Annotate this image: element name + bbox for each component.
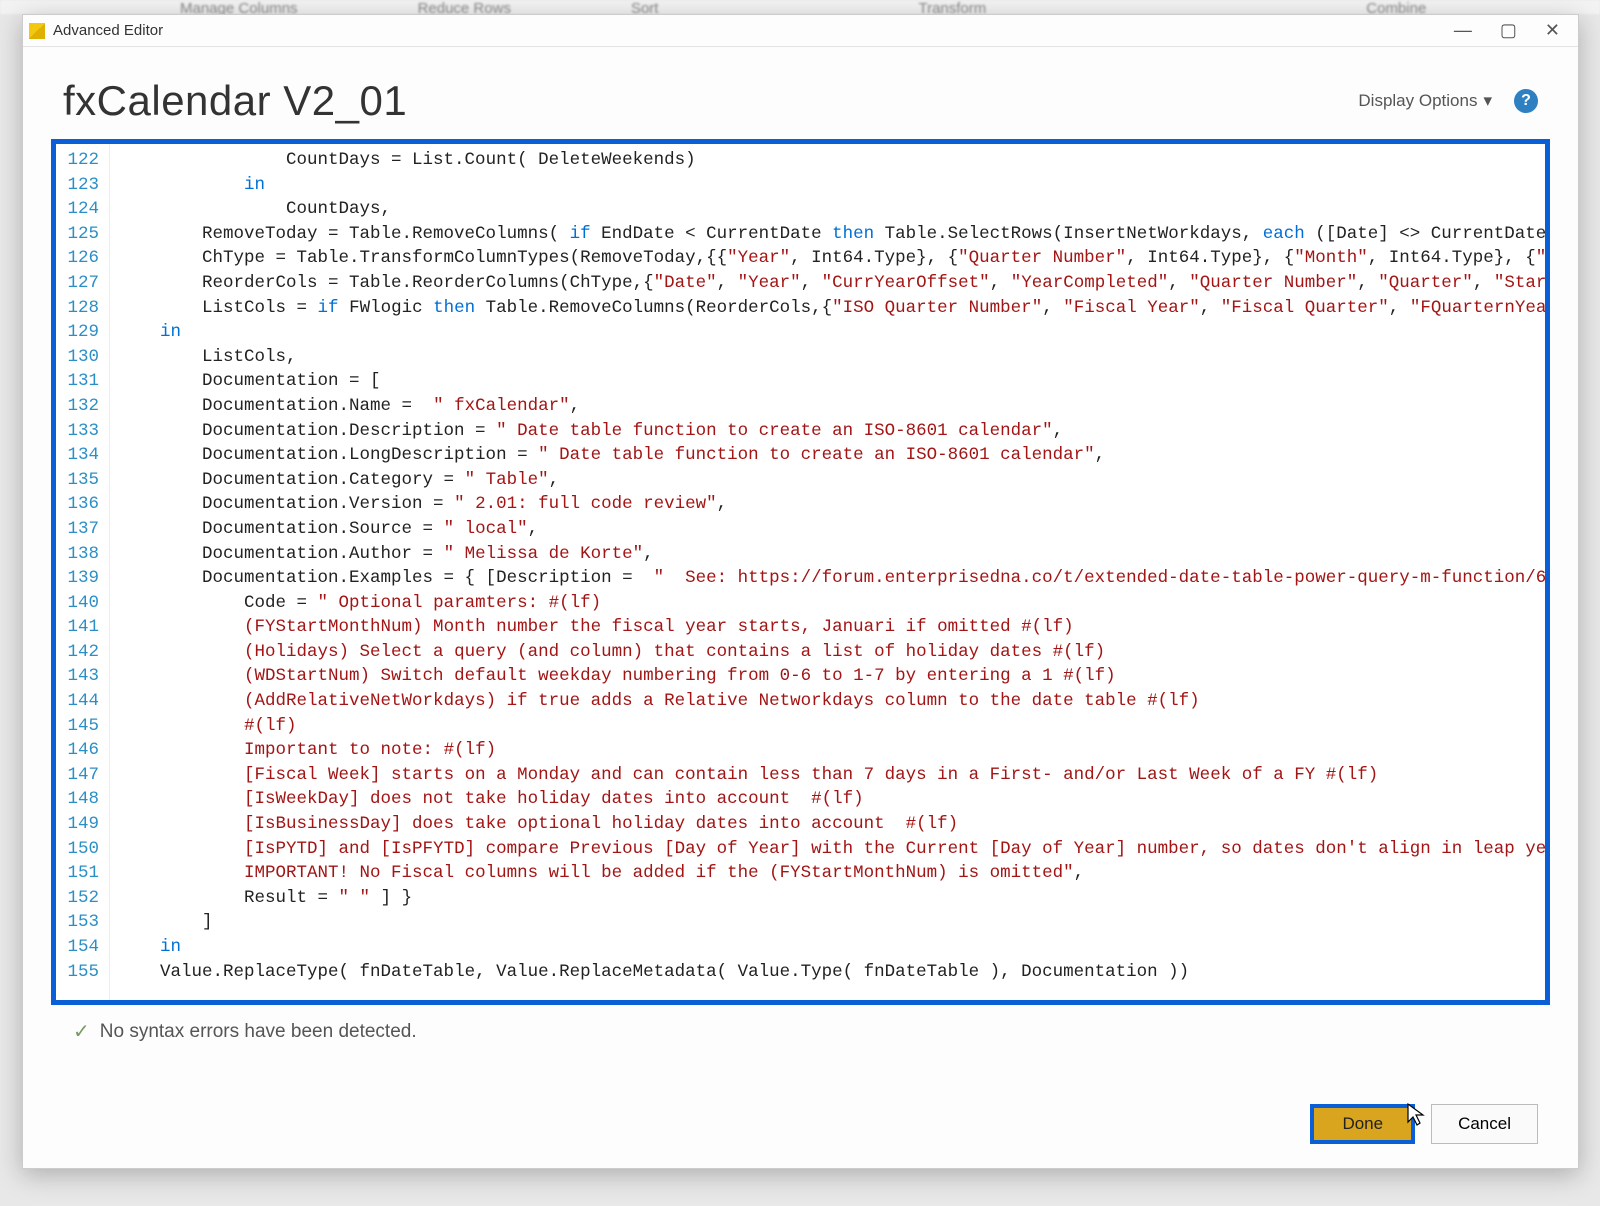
close-icon[interactable]: ✕ xyxy=(1545,20,1560,41)
done-button[interactable]: Done xyxy=(1310,1104,1415,1144)
code-editor[interactable]: 1221231241251261271281291301311321331341… xyxy=(51,139,1550,1005)
code-content[interactable]: CountDays = List.Count( DeleteWeekends) … xyxy=(110,144,1545,1000)
line-number-gutter: 1221231241251261271281291301311321331341… xyxy=(56,144,110,1000)
checkmark-icon: ✓ xyxy=(73,1019,90,1044)
display-options-dropdown[interactable]: Display Options ▾ xyxy=(1358,91,1492,111)
header: fxCalendar V2_01 Display Options ▾ ? xyxy=(23,47,1578,139)
titlebar: Advanced Editor — ▢ ✕ xyxy=(23,15,1578,47)
query-name: fxCalendar V2_01 xyxy=(63,77,407,125)
window-title: Advanced Editor xyxy=(53,22,1454,39)
maximize-icon[interactable]: ▢ xyxy=(1500,20,1517,41)
help-icon[interactable]: ? xyxy=(1514,89,1538,113)
minimize-icon[interactable]: — xyxy=(1454,20,1472,41)
advanced-editor-window: Advanced Editor — ▢ ✕ fxCalendar V2_01 D… xyxy=(22,14,1579,1169)
cancel-button[interactable]: Cancel xyxy=(1431,1104,1538,1144)
background-ribbon: Manage Columns Reduce Rows Sort Transfor… xyxy=(0,0,1600,14)
status-text: No syntax errors have been detected. xyxy=(100,1021,417,1043)
status-bar: ✓ No syntax errors have been detected. xyxy=(23,1005,1578,1044)
chevron-down-icon: ▾ xyxy=(1483,91,1492,111)
app-icon xyxy=(29,23,45,39)
